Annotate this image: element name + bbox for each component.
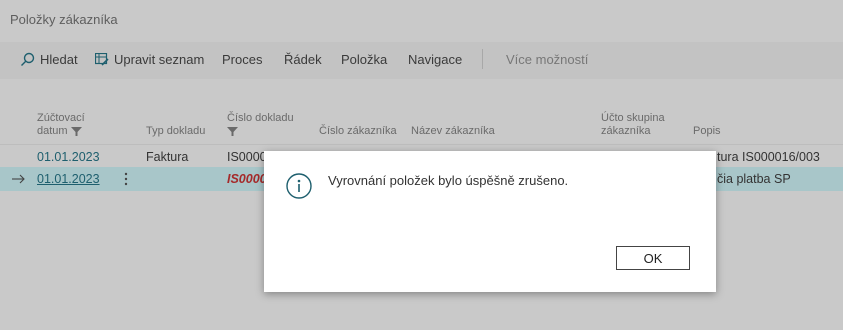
arrow-right-icon — [12, 174, 25, 184]
column-posting-date[interactable]: Zúčtovací datum — [37, 112, 85, 138]
ok-button[interactable]: OK — [616, 246, 690, 270]
posting-date-header-line2: datum — [37, 125, 68, 137]
column-doc-type[interactable]: Typ dokladu — [146, 125, 205, 138]
customer-ledger-page: Položky zákazníka Hledat Upravit seznam … — [0, 0, 843, 330]
edit-list-label: Upravit seznam — [114, 52, 205, 67]
description-cell: čia platba SP — [717, 172, 791, 186]
doc-no-cell: IS0000 — [227, 172, 267, 186]
entry-label: Položka — [341, 52, 388, 67]
message-dialog: Vyrovnání položek bylo úspěšně zrušeno. … — [264, 151, 716, 292]
process-label: Proces — [222, 52, 263, 67]
navigate-menu[interactable]: Navigace — [408, 52, 462, 67]
info-icon — [286, 173, 312, 199]
cust-no-header: Číslo zákazníka — [319, 125, 397, 137]
column-cust-no[interactable]: Číslo zákazníka — [319, 125, 397, 138]
posting-group-header-line1: Účto skupina — [601, 112, 665, 124]
doc-type-header: Typ dokladu — [146, 125, 206, 137]
column-doc-no[interactable]: Číslo dokladu — [227, 112, 294, 140]
dialog-message: Vyrovnání položek bylo úspěšně zrušeno. — [328, 173, 569, 188]
process-menu[interactable]: Proces — [222, 52, 262, 67]
doc-no-header: Číslo dokladu — [227, 112, 294, 124]
search-icon — [21, 52, 35, 66]
posting-date-cell[interactable]: 01.01.2023 — [37, 172, 100, 186]
column-cust-name[interactable]: Název zákazníka — [411, 125, 495, 138]
entry-menu[interactable]: Položka — [341, 52, 387, 67]
edit-list-icon — [95, 53, 109, 66]
posting-date-header-line1: Zúčtovací — [37, 112, 85, 124]
doc-type-cell: Faktura — [146, 150, 189, 164]
doc-no-cell: IS0000 — [227, 150, 267, 164]
search-action[interactable]: Hledat — [20, 52, 78, 67]
more-vertical-icon[interactable] — [124, 172, 128, 186]
filter-icon — [70, 126, 82, 136]
posting-group-header-line2: zákazníka — [601, 125, 651, 137]
navigate-label: Navigace — [408, 52, 463, 67]
column-posting-group[interactable]: Účto skupina zákazníka — [601, 112, 665, 138]
posting-date-cell[interactable]: 01.01.2023 — [37, 150, 100, 164]
filter-icon — [227, 127, 238, 136]
cust-name-header: Název zákazníka — [411, 125, 495, 137]
description-cell: tura IS000016/003 — [717, 150, 820, 164]
column-description[interactable]: Popis — [693, 125, 721, 138]
search-label: Hledat — [40, 52, 78, 67]
edit-list-action[interactable]: Upravit seznam — [95, 52, 204, 67]
description-header: Popis — [693, 125, 721, 137]
more-options-menu[interactable]: Více možností — [506, 52, 588, 67]
action-separator — [482, 49, 483, 69]
more-options-label: Více možností — [506, 52, 589, 67]
page-title: Položky zákazníka — [10, 12, 118, 27]
line-label: Řádek — [284, 52, 322, 67]
line-menu[interactable]: Řádek — [284, 52, 322, 67]
